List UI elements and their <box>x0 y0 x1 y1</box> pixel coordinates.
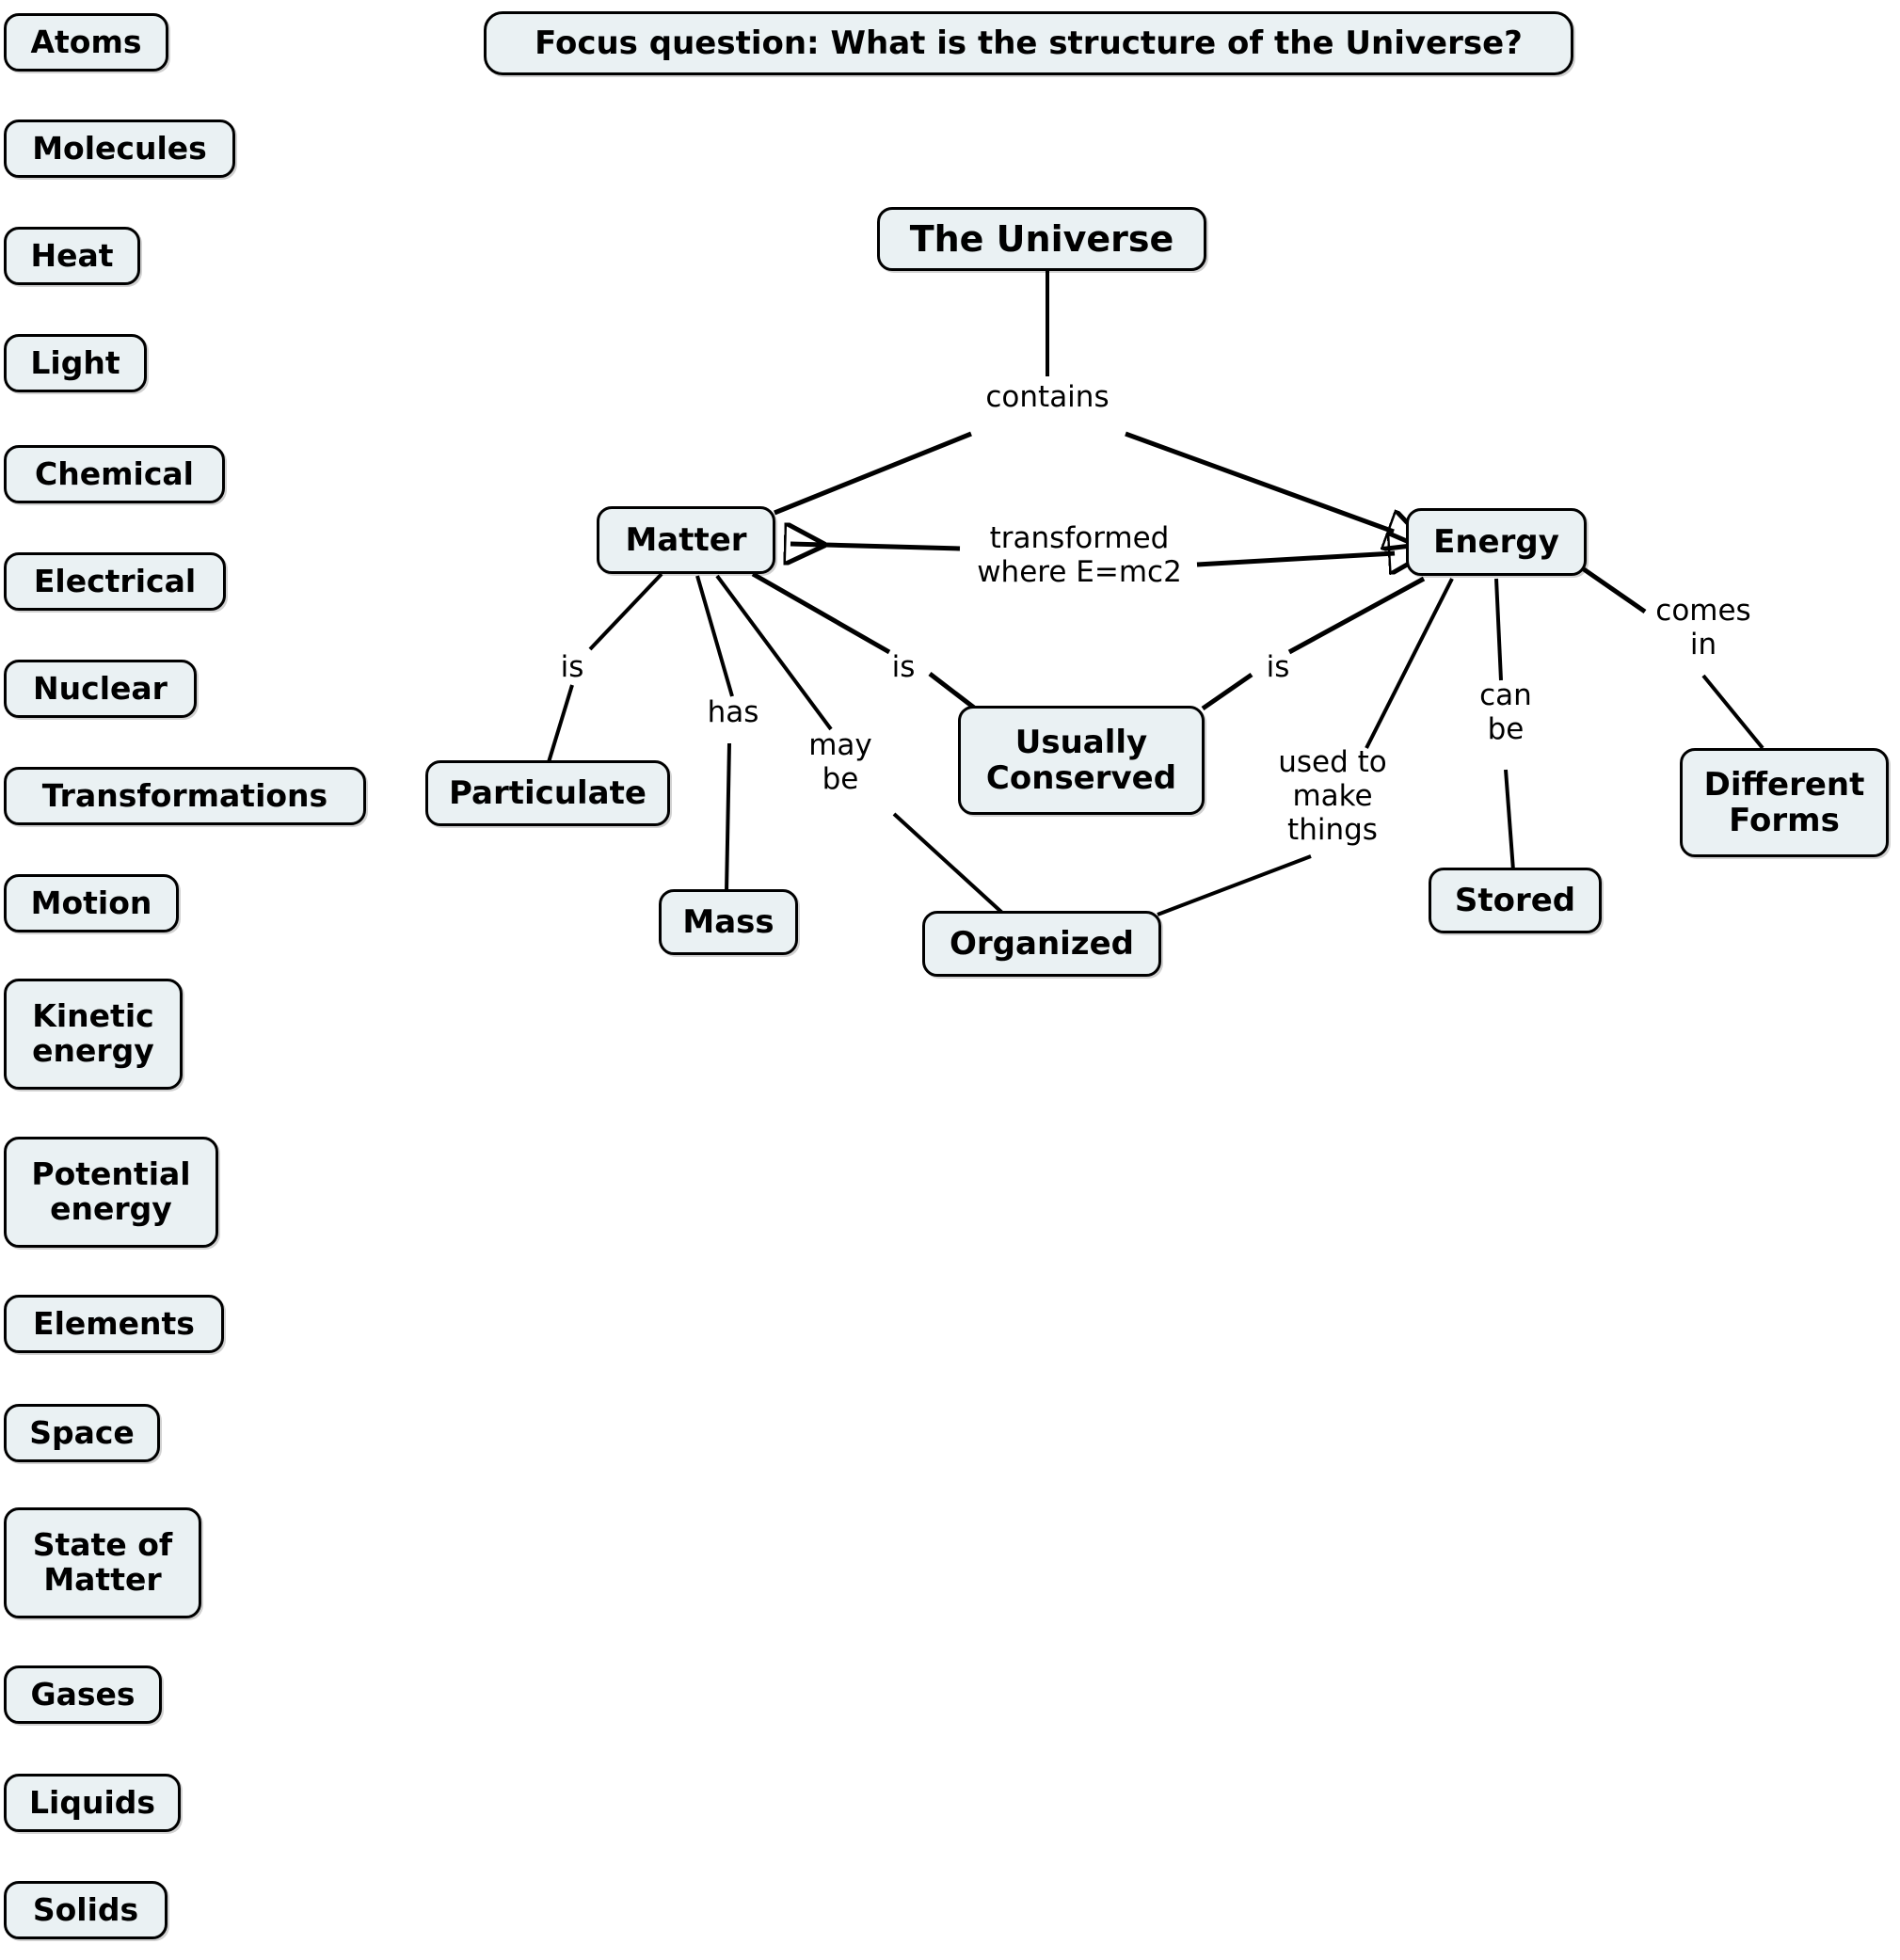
parking-node-potential-energy[interactable]: Potential energy <box>4 1137 218 1248</box>
link-label-is-particulate: is <box>560 650 584 684</box>
parking-node-light[interactable]: Light <box>4 334 147 392</box>
edge-contains-energy <box>1125 431 1394 532</box>
edge-energy-is3 <box>1287 576 1426 655</box>
map-node-the-universe[interactable]: The Universe <box>877 207 1206 271</box>
edge-energy-usedto <box>1365 578 1454 749</box>
edge-is-particulate <box>547 684 574 763</box>
map-node-matter[interactable]: Matter <box>597 506 775 574</box>
parking-node-transformations[interactable]: Transformations <box>4 767 366 825</box>
link-label-is-conserved-energy: is <box>1266 650 1290 684</box>
edge-transformed-to-energy <box>1196 553 1395 565</box>
edge-transformed-to-matter <box>790 544 961 549</box>
parking-node-kinetic-energy[interactable]: Kinetic energy <box>4 979 183 1090</box>
edge-usedto-organized <box>1157 854 1312 916</box>
edge-matter-has <box>695 575 734 697</box>
parking-node-molecules[interactable]: Molecules <box>4 120 235 178</box>
parking-node-nuclear[interactable]: Nuclear <box>4 660 197 718</box>
edge-matter-is <box>588 572 663 651</box>
edge-canbe-stored <box>1504 769 1515 871</box>
parking-node-atoms[interactable]: Atoms <box>4 13 168 72</box>
link-label-transformed: transformed where E=mc2 <box>977 521 1182 589</box>
parking-node-gases[interactable]: Gases <box>4 1665 162 1724</box>
map-node-mass[interactable]: Mass <box>659 889 798 955</box>
parking-node-elements[interactable]: Elements <box>4 1295 224 1353</box>
edge-is3-conserved <box>1201 672 1253 711</box>
edge-is2-conserved <box>928 672 976 709</box>
edge-matter-is2 <box>751 571 891 655</box>
map-node-particulate[interactable]: Particulate <box>425 760 670 826</box>
parking-node-chemical[interactable]: Chemical <box>4 445 225 503</box>
link-label-may-be: may be <box>808 728 872 796</box>
edge-layer <box>547 215 1764 916</box>
edge-maybe-organized <box>892 812 1004 915</box>
parking-node-electrical[interactable]: Electrical <box>4 552 226 611</box>
parking-node-state-of-matter[interactable]: State of Matter <box>4 1507 201 1618</box>
parking-node-space[interactable]: Space <box>4 1404 160 1462</box>
concept-map-canvas: Atoms Molecules Heat Light Chemical Elec… <box>0 0 1900 1960</box>
edge-energy-canbe <box>1494 578 1503 681</box>
map-node-different-forms[interactable]: Different Forms <box>1680 748 1889 857</box>
parking-node-heat[interactable]: Heat <box>4 227 140 285</box>
edge-comesin-forms <box>1701 674 1764 750</box>
link-label-used-to-make-things: used to make things <box>1278 745 1387 847</box>
focus-question-box[interactable]: Focus question: What is the structure of… <box>484 11 1573 75</box>
parking-node-liquids[interactable]: Liquids <box>4 1774 181 1832</box>
link-label-comes-in: comes in <box>1655 594 1751 661</box>
parking-node-motion[interactable]: Motion <box>4 874 179 932</box>
link-label-has-mass: has <box>707 695 759 729</box>
link-label-can-be: can be <box>1479 678 1532 746</box>
link-label-is-conserved-matter: is <box>891 650 916 684</box>
edge-has-mass <box>725 742 731 893</box>
map-node-usually-conserved[interactable]: Usually Conserved <box>958 706 1205 815</box>
parking-node-solids[interactable]: Solids <box>4 1881 168 1939</box>
link-label-contains: contains <box>985 380 1110 414</box>
map-node-organized[interactable]: Organized <box>922 911 1161 977</box>
map-node-stored[interactable]: Stored <box>1429 868 1602 933</box>
map-node-energy[interactable]: Energy <box>1406 508 1587 576</box>
edge-contains-matter <box>774 431 972 516</box>
edge-energy-comesin <box>1582 566 1647 614</box>
